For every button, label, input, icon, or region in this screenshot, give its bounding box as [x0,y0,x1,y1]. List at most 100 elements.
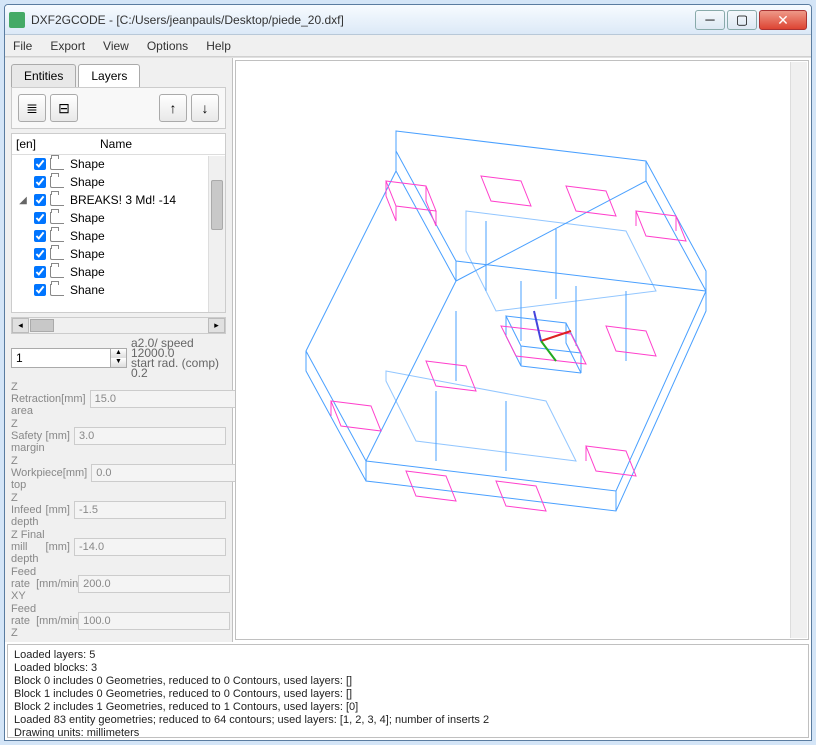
layer-tree: [en] Name Shape Shape ◢BREAKS! 3 Md! -14 Sh… [11,133,226,313]
tree-row[interactable]: Shape [12,209,225,227]
param-label: Z Retraction area [11,381,61,417]
layer-label: BREAKS! 3 Md! -14 [70,193,176,207]
status-line: Block 2 includes 1 Geometries, reduced t… [14,701,802,714]
tree-row[interactable]: Shape [12,263,225,281]
param-input[interactable] [91,464,243,482]
param-unit: [mm/min] [36,578,78,590]
layer-checkbox[interactable] [34,230,46,242]
tab-entities[interactable]: Entities [11,64,76,87]
param-row: Z Retraction area[mm] [11,381,226,417]
tab-layers[interactable]: Layers [78,64,140,87]
folder-icon [50,194,64,206]
tree-row[interactable]: Shape [12,173,225,191]
layer-label: Shape [70,247,105,261]
viewport-vscrollbar[interactable] [790,62,807,638]
tree-row[interactable]: ◢BREAKS! 3 Md! -14 [12,191,225,209]
param-input[interactable] [78,612,230,630]
tree-row[interactable]: Shane [12,281,225,299]
left-panel: Entities Layers ≣ ⊟ ↑ ↓ [en] Name Shape S… [5,58,233,642]
param-label: Z Final mill depth [11,529,46,565]
titlebar: DXF2GCODE - [C:/Users/jeanpauls/Desktop/… [5,5,811,35]
expand-all-button[interactable]: ⊟ [50,94,78,122]
param-unit: [mm] [46,430,74,442]
tree-header: [en] Name [12,134,225,155]
param-row: Feed rate XY[mm/min] [11,566,226,602]
param-unit: [mm] [46,504,74,516]
layer-checkbox[interactable] [34,158,46,170]
status-line: Loaded 83 entity geometries; reduced to … [14,714,802,727]
param-label: Z Infeed depth [11,492,46,528]
status-line: Block 1 includes 0 Geometries, reduced t… [14,688,802,701]
status-line: Loaded layers: 5 [14,649,802,662]
folder-icon [50,284,64,296]
layer-label: Shape [70,229,105,243]
layer-label: Shape [70,211,105,225]
layer-label: Shape [70,157,105,171]
param-input[interactable] [74,427,226,445]
tree-hscrollbar[interactable]: ◂▸ [11,317,226,334]
param-unit: [mm] [46,541,74,553]
menu-help[interactable]: Help [206,39,231,53]
layer-spinner[interactable] [11,348,111,368]
layer-label: Shape [70,265,105,279]
tree-vscrollbar[interactable] [208,156,225,312]
folder-icon [50,248,64,260]
layer-toolbar: ≣ ⊟ ↑ ↓ [11,87,226,129]
minimize-button[interactable]: ─ [695,10,725,30]
maximize-button[interactable]: ▢ [727,10,757,30]
tree-header-name: Name [100,137,132,151]
param-unit: [mm] [63,467,91,479]
layer-checkbox[interactable] [34,176,46,188]
param-label: Feed rate Z [11,603,36,639]
folder-icon [50,176,64,188]
menu-bar: File Export View Options Help [5,35,811,57]
status-line: Loaded blocks: 3 [14,662,802,675]
status-log: Loaded layers: 5Loaded blocks: 3Block 0 … [7,644,809,738]
drawing-viewport[interactable] [235,60,809,640]
layer-label: Shane [70,283,105,297]
tree-header-en: [en] [16,137,100,151]
status-line: Block 0 includes 0 Geometries, reduced t… [14,675,802,688]
collapse-all-button[interactable]: ≣ [18,94,46,122]
app-icon [9,12,25,28]
param-label: Z Workpiece top [11,455,63,491]
param-input[interactable] [78,575,230,593]
menu-options[interactable]: Options [147,39,188,53]
param-row: Feed rate Z[mm/min] [11,603,226,639]
spinner-info: a2.0/ speed 12000.0start rad. (comp) 0.2 [127,338,226,378]
param-row: Z Safety margin[mm] [11,418,226,454]
layer-label: Shape [70,175,105,189]
param-unit: [mm/min] [36,615,78,627]
folder-icon [50,230,64,242]
tree-row[interactable]: Shape [12,227,225,245]
param-label: Feed rate XY [11,566,36,602]
tree-row[interactable]: Shape [12,155,225,173]
param-row: Z Infeed depth[mm] [11,492,226,528]
close-button[interactable]: ✕ [759,10,807,30]
move-down-button[interactable]: ↓ [191,94,219,122]
menu-view[interactable]: View [103,39,129,53]
menu-export[interactable]: Export [50,39,85,53]
layer-checkbox[interactable] [34,266,46,278]
spinner-buttons[interactable]: ▲▼ [111,348,127,368]
param-input[interactable] [74,501,226,519]
param-input[interactable] [74,538,226,556]
param-row: Z Workpiece top[mm] [11,455,226,491]
folder-icon [50,158,64,170]
layer-checkbox[interactable] [34,284,46,296]
layer-checkbox[interactable] [34,248,46,260]
param-label: Z Safety margin [11,418,46,454]
layer-checkbox[interactable] [34,194,46,206]
origin-axes [534,311,571,361]
param-unit: [mm] [61,393,89,405]
folder-icon [50,266,64,278]
move-up-button[interactable]: ↑ [159,94,187,122]
tree-row[interactable]: Shape [12,245,225,263]
param-row: Z Final mill depth[mm] [11,529,226,565]
folder-icon [50,212,64,224]
param-input[interactable] [90,390,242,408]
layer-checkbox[interactable] [34,212,46,224]
menu-file[interactable]: File [13,39,32,53]
main-window: DXF2GCODE - [C:/Users/jeanpauls/Desktop/… [4,4,812,741]
status-line: Drawing units: millimeters [14,727,802,738]
